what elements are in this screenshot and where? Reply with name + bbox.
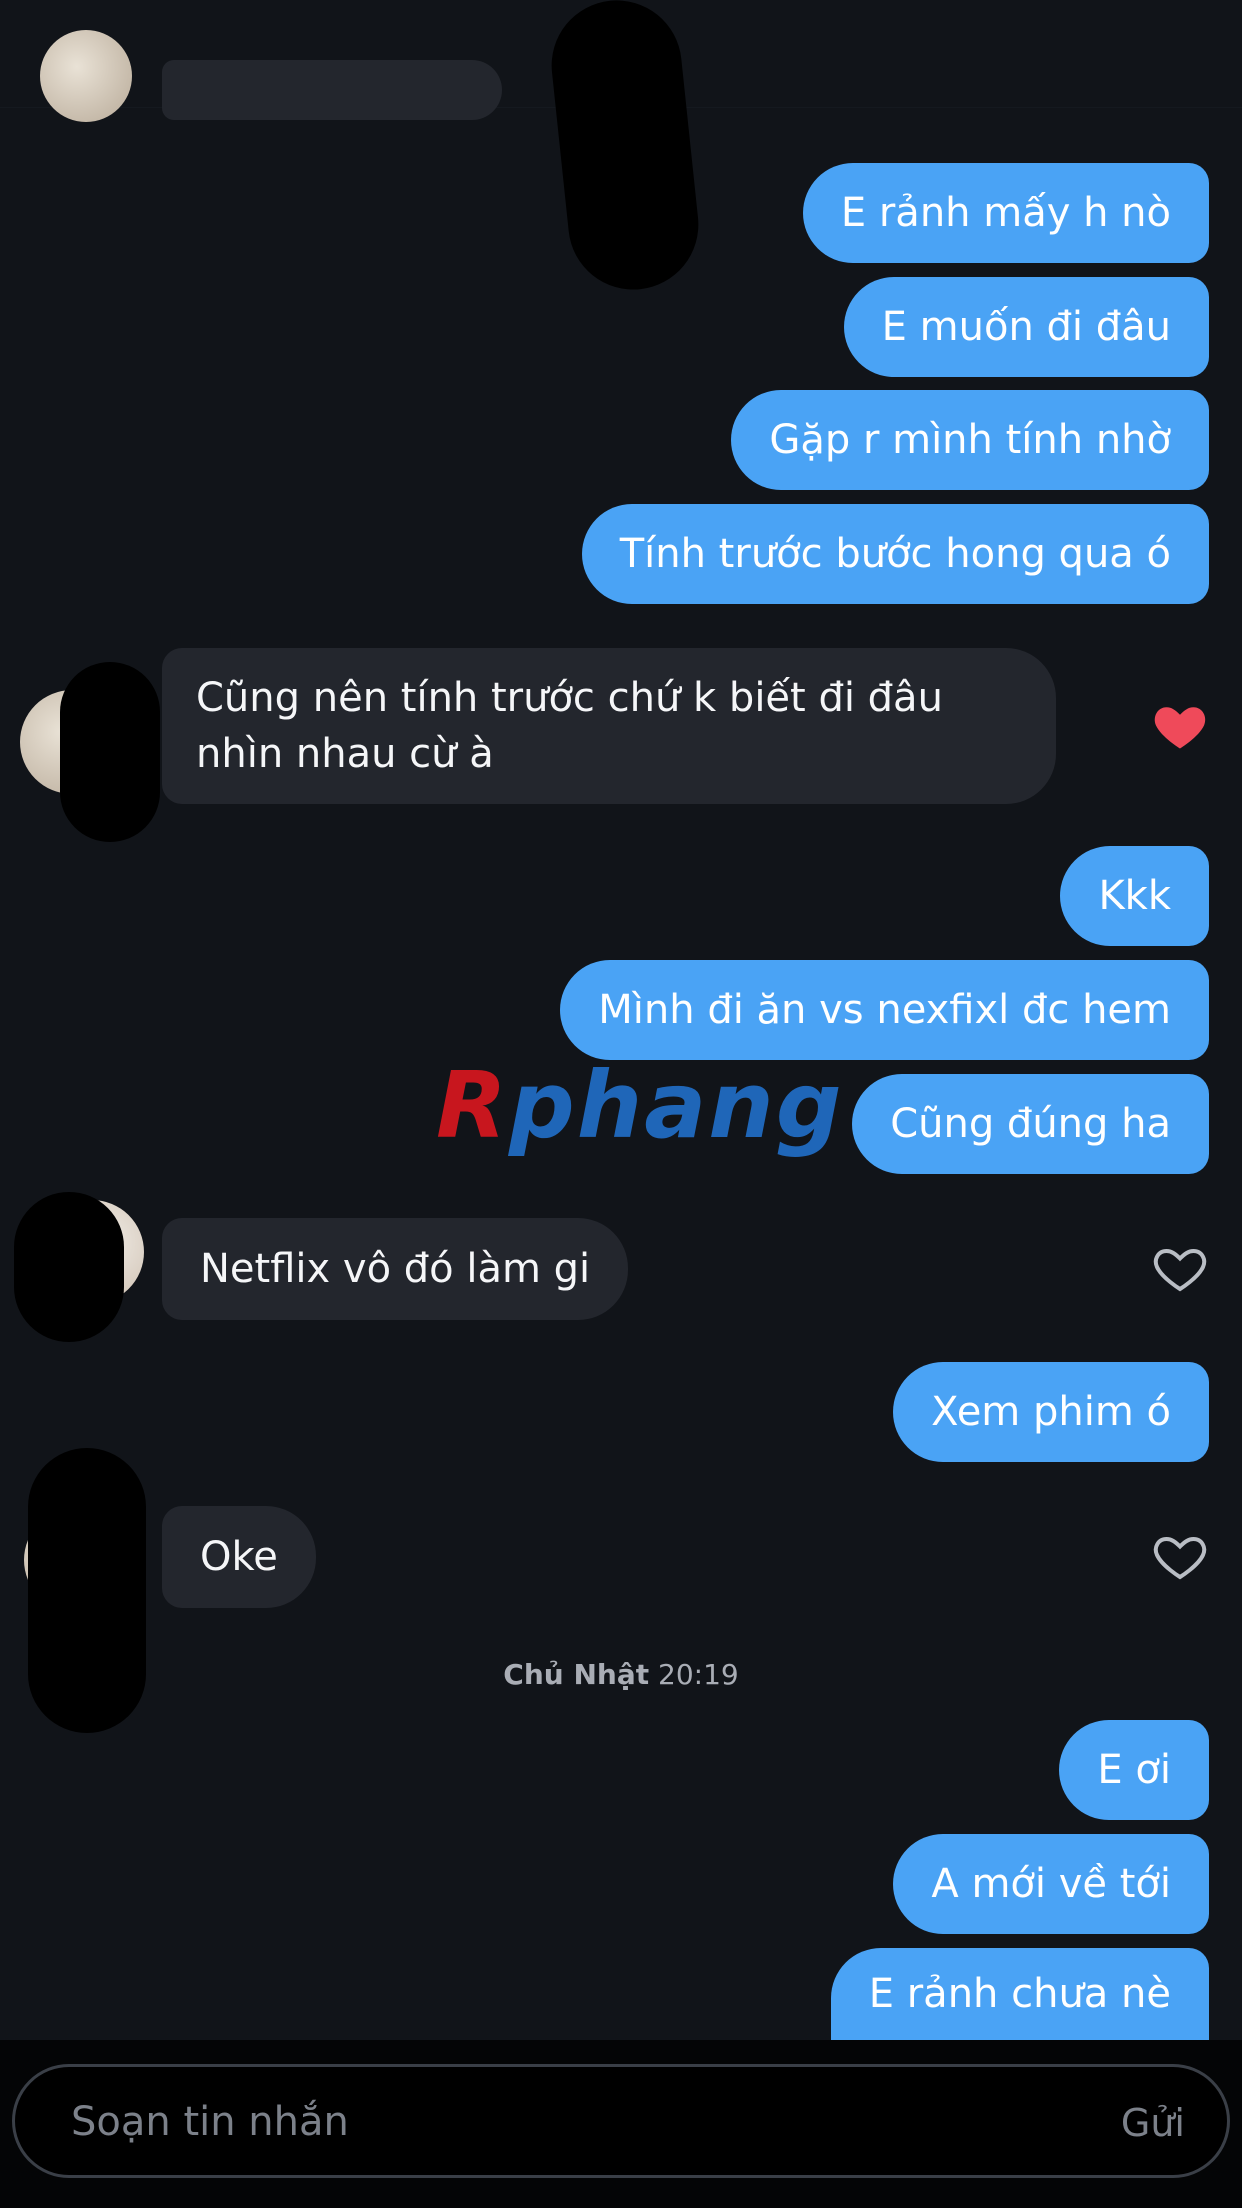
message-text: Kkk <box>1098 873 1171 919</box>
redaction-mark <box>60 662 160 842</box>
message-text: A mới về tới <box>931 1861 1171 1907</box>
timestamp-time: 20:19 <box>658 1658 739 1691</box>
heart-outline-icon[interactable] <box>1150 1239 1210 1299</box>
message-text: Netflix vô đó làm gi <box>200 1246 591 1292</box>
watermark-logo: Rphang <box>436 1052 844 1159</box>
outgoing-message[interactable]: Gặp r mình tính nhờ <box>731 390 1209 490</box>
chat-screen: E rảnh mấy h nò E muốn đi đâu Gặp r mình… <box>0 0 1242 2208</box>
outgoing-message[interactable]: A mới về tới <box>893 1834 1209 1934</box>
message-text: Gặp r mình tính nhờ <box>769 417 1171 463</box>
message-text: Oke <box>200 1534 278 1580</box>
outgoing-message[interactable]: E rảnh mấy h nò <box>802 163 1209 263</box>
message-text: E ơi <box>1097 1747 1171 1793</box>
outgoing-message[interactable]: E rảnh chưa nè <box>830 1948 1209 2040</box>
message-text: Cũng nên tính trước chứ k biết đi đâu nh… <box>196 675 943 777</box>
message-text: Xem phim ó <box>931 1389 1171 1435</box>
message-text: E rảnh mấy h nò <box>840 190 1171 236</box>
partner-avatar-top[interactable] <box>40 30 132 122</box>
outgoing-message[interactable]: Xem phim ó <box>893 1362 1209 1462</box>
composer-field[interactable]: Gửi <box>12 2064 1230 2178</box>
incoming-message[interactable]: Cũng nên tính trước chứ k biết đi đâu nh… <box>162 648 1056 804</box>
outgoing-message[interactable]: Tính trước bước hong qua ó <box>581 504 1209 604</box>
message-text: E muốn đi đâu <box>881 304 1171 350</box>
partial-incoming-bubble <box>162 60 502 120</box>
outgoing-message[interactable]: Kkk <box>1060 846 1209 946</box>
timestamp-day: Chủ Nhật <box>503 1658 650 1691</box>
incoming-message[interactable]: Netflix vô đó làm gi <box>162 1218 629 1320</box>
message-text: E rảnh chưa nè <box>868 1971 1171 2017</box>
incoming-message[interactable]: Oke <box>162 1506 316 1608</box>
heart-filled-icon[interactable] <box>1150 696 1210 756</box>
outgoing-message[interactable]: E muốn đi đâu <box>843 277 1209 377</box>
redaction-mark <box>14 1192 124 1342</box>
date-separator: Chủ Nhật 20:19 <box>0 1658 1242 1691</box>
send-button[interactable]: Gửi <box>1121 2101 1185 2145</box>
heart-outline-icon[interactable] <box>1150 1527 1210 1587</box>
outgoing-message[interactable]: Cũng đúng ha <box>852 1074 1209 1174</box>
message-text: Mình đi ăn vs nexfixl đc hem <box>598 987 1171 1033</box>
outgoing-message[interactable]: Mình đi ăn vs nexfixl đc hem <box>560 960 1209 1060</box>
message-input[interactable] <box>71 2089 971 2155</box>
message-text: Tính trước bước hong qua ó <box>619 531 1171 577</box>
message-text: Cũng đúng ha <box>890 1101 1171 1147</box>
outgoing-message[interactable]: E ơi <box>1059 1720 1209 1820</box>
